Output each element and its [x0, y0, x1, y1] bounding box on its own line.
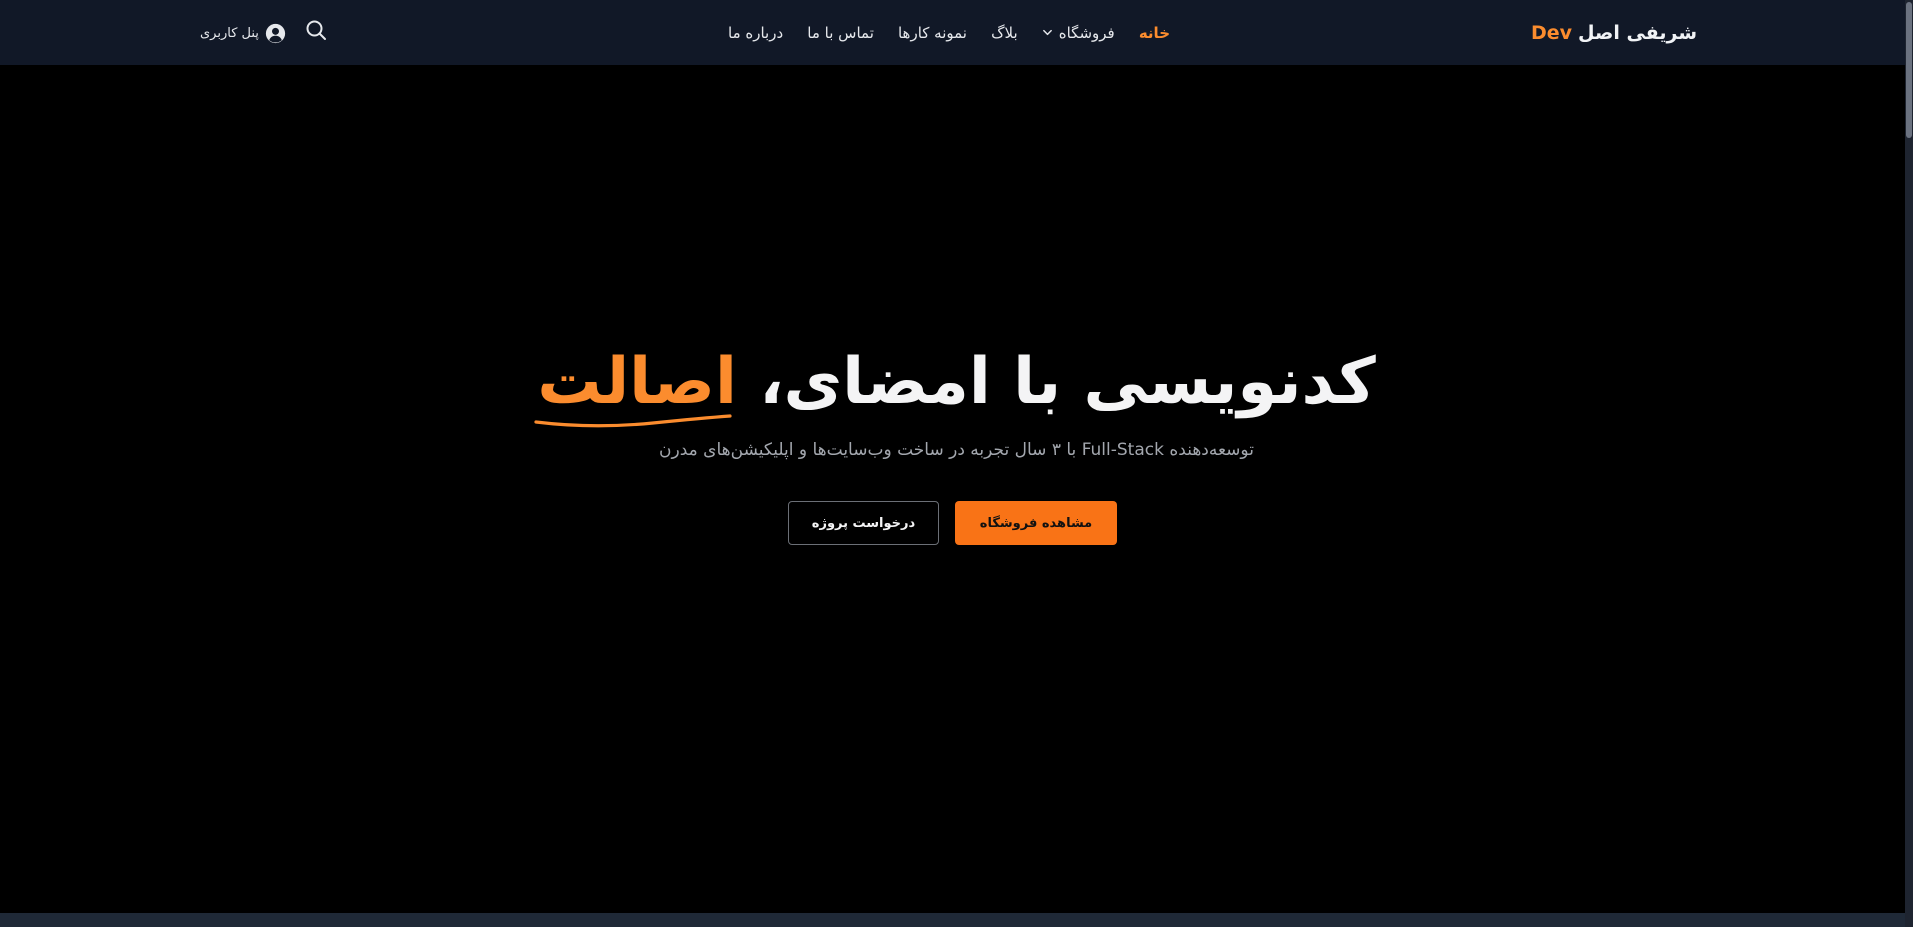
vertical-scrollbar[interactable] [1905, 0, 1913, 927]
brand-name: شریفی اصل [1578, 21, 1697, 44]
nav-item-home[interactable]: خانه [1139, 24, 1170, 42]
nav-item-blog[interactable]: بلاگ [991, 24, 1018, 42]
hero-title-highlight: اصالت [534, 340, 737, 428]
nav-item-shop[interactable]: فروشگاه [1042, 24, 1115, 42]
nav-item-contact[interactable]: تماس با ما [807, 24, 874, 42]
nav-item-about[interactable]: درباره ما [728, 24, 783, 42]
hero-subtitle: توسعه‌دهنده Full-Stack با ۳ سال تجربه در… [659, 440, 1254, 460]
page: شریفی اصل Dev خانه فروشگاه بلاگ نمونه کا… [0, 0, 1913, 927]
main-nav: خانه فروشگاه بلاگ نمونه کارها تماس با ما… [728, 0, 1170, 65]
user-panel-link[interactable]: پنل کاربری [200, 20, 286, 46]
hero-title-main: کدنویسی با امضای، [759, 345, 1376, 419]
underline-swoosh-icon [534, 414, 732, 428]
scrollbar-thumb[interactable] [1906, 2, 1912, 138]
site-header: شریفی اصل Dev خانه فروشگاه بلاگ نمونه کا… [0, 0, 1905, 65]
hero-highlight-text: اصالت [537, 345, 737, 419]
nav-item-portfolio[interactable]: نمونه کارها [898, 24, 967, 42]
search-icon [306, 20, 326, 40]
page-footer-strip [0, 913, 1905, 927]
site-logo[interactable]: شریفی اصل Dev [1531, 0, 1697, 65]
search-button[interactable] [304, 18, 328, 42]
nav-item-shop-label: فروشگاه [1058, 23, 1115, 42]
chevron-down-icon [1042, 27, 1053, 38]
request-project-button[interactable]: درخواست پروژه [788, 501, 939, 545]
hero-title: کدنویسی با امضای، اصالت [0, 340, 1913, 428]
user-panel-label: پنل کاربری [200, 25, 259, 41]
brand-accent: Dev [1530, 21, 1573, 44]
user-circle-icon [265, 23, 286, 43]
view-shop-button[interactable]: مشاهده فروشگاه [955, 501, 1117, 545]
